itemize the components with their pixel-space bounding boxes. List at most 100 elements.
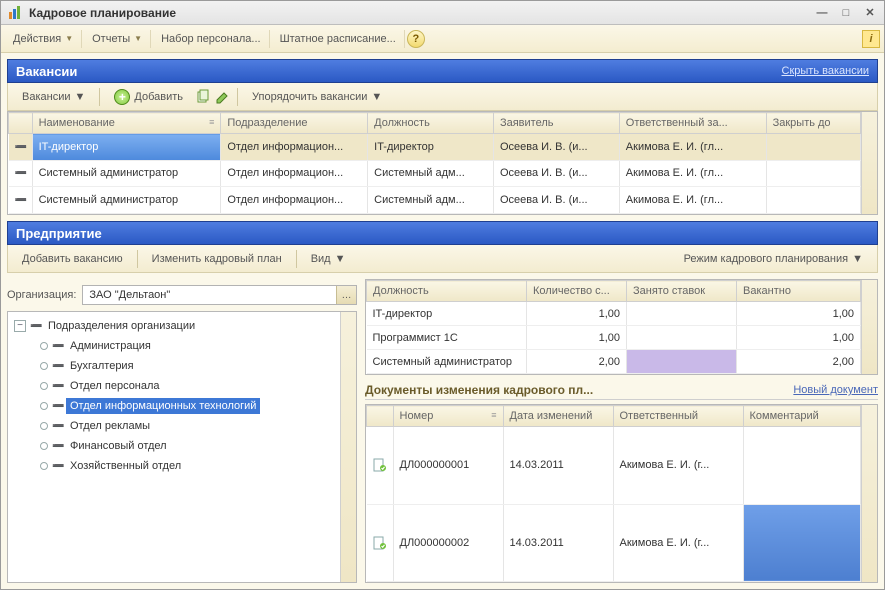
bullet-icon (40, 422, 48, 430)
menu-recruit[interactable]: Набор персонала... (153, 30, 269, 48)
change-plan-button[interactable]: Изменить кадровый план (144, 250, 290, 268)
col-applicant[interactable]: Заявитель (493, 113, 619, 134)
documents-subheader: Документы изменения кадрового пл... Новы… (365, 383, 878, 400)
tree-root[interactable]: − ➖ Подразделения организации (10, 316, 338, 336)
scrollbar[interactable] (861, 405, 877, 582)
tree-item-label: Хозяйственный отдел (66, 458, 185, 474)
tree-item[interactable]: ➖Финансовый отдел (10, 436, 338, 456)
cell-applicant: Осеева И. В. (и... (493, 160, 619, 187)
documents-table[interactable]: Номер≡ Дата изменений Ответственный Комм… (366, 405, 861, 582)
tree-item[interactable]: ➖Отдел рекламы (10, 416, 338, 436)
organization-combo[interactable]: ЗАО "Дельтаон" … (82, 285, 357, 305)
row-marker: ➖ (9, 187, 33, 214)
tree-item[interactable]: ➖Отдел информационных технологий (10, 396, 338, 416)
positions-table[interactable]: Должность Количество с... Занято ставок … (366, 280, 861, 374)
cell-vacant: 1,00 (737, 326, 861, 350)
table-row[interactable]: ДЛ000000002 14.03.2011 Акимова Е. И. (г.… (367, 504, 861, 582)
help-button[interactable]: ? (407, 30, 425, 48)
view-label: Вид (311, 253, 331, 265)
departments-tree[interactable]: − ➖ Подразделения организации ➖Администр… (8, 312, 340, 582)
separator (137, 250, 138, 268)
add-vacancy-button[interactable]: Добавить вакансию (14, 250, 131, 268)
menu-reports-label: Отчеты (92, 33, 130, 45)
scrollbar[interactable] (861, 280, 877, 374)
add-vacancy-button[interactable]: + Добавить (106, 86, 191, 108)
col-responsible[interactable]: Ответственный за... (619, 113, 766, 134)
col-dept[interactable]: Подразделение (221, 113, 368, 134)
tree-item[interactable]: ➖Бухгалтерия (10, 356, 338, 376)
col-comment[interactable]: Комментарий (743, 406, 861, 427)
edit-icon[interactable] (215, 89, 231, 105)
new-document-link[interactable]: Новый документ (793, 384, 878, 396)
col-vacant[interactable]: Вакантно (737, 281, 861, 302)
hide-vacancies-link[interactable]: Скрыть вакансии (782, 65, 869, 77)
table-row[interactable]: ➖ IT-директор Отдел информацион... IT-ди… (9, 134, 861, 161)
separator (296, 250, 297, 268)
cell-position: Программист 1С (367, 326, 527, 350)
table-row[interactable]: Системный администратор 2,00 2,00 (367, 350, 861, 374)
tree-item-label: Отдел персонала (66, 378, 164, 394)
tree-item-label: Бухгалтерия (66, 358, 138, 374)
vacancies-toolbar: Вакансии▼ + Добавить Упорядочить ваканси… (7, 83, 878, 111)
add-vacancy-label: Добавить (134, 91, 183, 103)
tree-item-label: Финансовый отдел (66, 438, 171, 454)
menu-reports[interactable]: Отчеты▼ (84, 30, 151, 48)
col-responsible[interactable]: Ответственный (613, 406, 743, 427)
maximize-button[interactable]: □ (838, 5, 854, 21)
order-vacancies-button[interactable]: Упорядочить вакансии▼ (244, 88, 390, 106)
cell-date: 14.03.2011 (503, 504, 613, 582)
cell-responsible: Акимова Е. И. (гл... (619, 160, 766, 187)
left-pane: Организация: ЗАО "Дельтаон" … − ➖ Подраз… (7, 279, 357, 583)
col-marker[interactable] (367, 406, 394, 427)
planning-mode-button[interactable]: Режим кадрового планирования▼ (676, 250, 871, 268)
col-count[interactable]: Количество с... (527, 281, 627, 302)
cell-count: 2,00 (527, 350, 627, 374)
col-marker[interactable] (9, 113, 33, 134)
cell-dept: Отдел информацион... (221, 134, 368, 161)
vacancies-menu-button[interactable]: Вакансии▼ (14, 88, 93, 106)
col-date[interactable]: Дата изменений (503, 406, 613, 427)
tree-item[interactable]: ➖Отдел персонала (10, 376, 338, 396)
caret-icon: ▼ (852, 253, 863, 265)
caret-icon: ▼ (335, 253, 346, 265)
cell-close-by (766, 160, 860, 187)
app-icon (7, 5, 23, 21)
table-row[interactable]: IT-директор 1,00 1,00 (367, 302, 861, 326)
scrollbar[interactable] (861, 112, 877, 214)
close-button[interactable]: ✕ (862, 5, 878, 21)
bullet-icon (40, 442, 48, 450)
vacancies-table[interactable]: Наименование≡ Подразделение Должность За… (8, 112, 861, 214)
table-row[interactable]: Программист 1С 1,00 1,00 (367, 326, 861, 350)
info-button[interactable]: i (862, 30, 880, 48)
col-position[interactable]: Должность (367, 281, 527, 302)
view-menu-button[interactable]: Вид ▼ (303, 250, 354, 268)
cell-close-by (766, 134, 860, 161)
tree-item[interactable]: ➖Администрация (10, 336, 338, 356)
documents-title: Документы изменения кадрового пл... (365, 383, 593, 397)
scrollbar[interactable] (340, 312, 356, 582)
col-name[interactable]: Наименование≡ (32, 113, 221, 134)
tree-item[interactable]: ➖Хозяйственный отдел (10, 456, 338, 476)
col-position[interactable]: Должность (368, 113, 494, 134)
cell-number: ДЛ000000001 (393, 427, 503, 505)
table-row[interactable]: ➖ Системный администратор Отдел информац… (9, 187, 861, 214)
menu-staff[interactable]: Штатное расписание... (272, 30, 405, 48)
col-close-by[interactable]: Закрыть до (766, 113, 860, 134)
tree-item-label: Отдел информационных технологий (66, 398, 260, 414)
menu-actions-label: Действия (13, 33, 61, 45)
col-number[interactable]: Номер≡ (393, 406, 503, 427)
collapse-icon[interactable]: − (14, 320, 26, 332)
table-row[interactable]: ДЛ000000001 14.03.2011 Акимова Е. И. (г.… (367, 427, 861, 505)
menu-actions[interactable]: Действия▼ (5, 30, 82, 48)
table-row[interactable]: ➖ Системный администратор Отдел информац… (9, 160, 861, 187)
cell-count: 1,00 (527, 302, 627, 326)
cell-close-by (766, 187, 860, 214)
bullet-icon (40, 462, 48, 470)
caret-icon: ▼ (75, 91, 86, 103)
minimize-button[interactable]: — (814, 5, 830, 21)
copy-icon[interactable] (195, 89, 211, 105)
row-marker: ➖ (9, 160, 33, 187)
combo-more-button[interactable]: … (336, 286, 356, 304)
col-occupied[interactable]: Занято ставок (627, 281, 737, 302)
cell-number: ДЛ000000002 (393, 504, 503, 582)
